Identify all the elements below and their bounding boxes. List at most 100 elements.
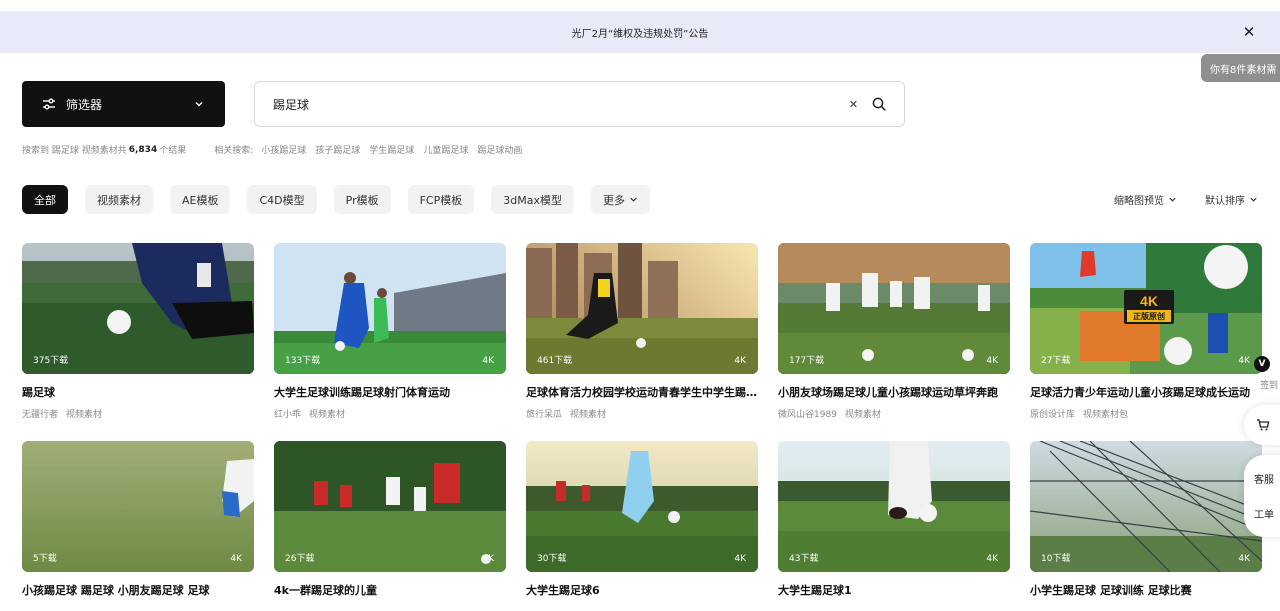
result-card[interactable]: 375下载 踢足球 无疆行者 视频素材 [22, 243, 254, 420]
tab-more-label: 更多 [603, 193, 625, 207]
download-count: 461下载 [537, 356, 573, 366]
download-count: 375下载 [33, 356, 69, 366]
resolution-badge: 4K [482, 554, 494, 564]
card-title[interactable]: 小孩踢足球 踢足球 小朋友踢足球 足球 [22, 582, 254, 598]
resolution-badge: 4K [734, 554, 746, 564]
download-count: 5下载 [33, 554, 57, 564]
download-count: 177下载 [789, 356, 825, 366]
sign-in-link[interactable]: 签到 [1260, 378, 1278, 391]
video-thumbnail[interactable]: 26下载 4K [274, 441, 506, 572]
result-summary: 搜索到 踢足球 视频素材共 6,834 个结果 相关搜索: 小孩踢足球 孩子踢足… [22, 143, 531, 157]
result-card[interactable]: 177下载 4K 小朋友球场踢足球儿童小孩踢球运动草坪奔跑 微风山谷1989 视频… [778, 243, 1010, 420]
download-count: 10下载 [1041, 554, 1071, 564]
resolution-badge: 4K [1238, 356, 1250, 366]
result-card[interactable]: 43下载 4K 大学生踢足球1 [778, 441, 1010, 611]
category-tabs: 全部 视频素材 AE模板 C4D模型 Pr模板 FCP模板 3dMax模型 更多 [22, 185, 667, 214]
card-title[interactable]: 大学生踢足球1 [778, 582, 1010, 598]
related-search-label: 相关搜索: [214, 146, 254, 156]
result-card[interactable]: 30下载 4K 大学生踢足球6 [526, 441, 758, 611]
related-search-link[interactable]: 儿童踢足球 [423, 143, 468, 156]
filter-label: 筛选器 [66, 97, 103, 112]
tab-video[interactable]: 视频素材 [85, 185, 153, 214]
resolution-badge: 4K [986, 554, 998, 564]
card-author[interactable]: 微风山谷1989 [778, 410, 837, 420]
sliders-icon [43, 98, 55, 110]
tab-fcp[interactable]: FCP模板 [407, 185, 475, 214]
badge-line2: 正版原创 [1133, 311, 1165, 321]
result-card[interactable]: 4K 正版原创 27下载 4K 足球活力青少年运动儿童小孩踢足球成长运动 原创设… [1030, 243, 1262, 420]
card-author[interactable]: 红小乖 [274, 410, 301, 420]
card-type: 视频素材 [570, 410, 607, 420]
search-box[interactable]: ✕ [254, 81, 905, 127]
thumbnail-image [22, 441, 254, 572]
result-suffix: 个结果 [159, 146, 187, 156]
card-title[interactable]: 小学生踢足球 足球训练 足球比赛 [1030, 582, 1262, 598]
video-thumbnail[interactable]: 133下载 4K [274, 243, 506, 374]
result-card[interactable]: 26下载 4K 4k一群踢足球的儿童 [274, 441, 506, 611]
video-thumbnail[interactable]: 461下载 4K [526, 243, 758, 374]
video-thumbnail[interactable]: 4K 正版原创 27下载 4K [1030, 243, 1262, 374]
video-thumbnail[interactable]: 43下载 4K [778, 441, 1010, 572]
download-count: 26下载 [285, 554, 315, 564]
resolution-badge: 4K [230, 554, 242, 564]
card-type: 视频素材包 [1083, 410, 1129, 420]
customer-service-link[interactable]: 客服 [1254, 471, 1280, 486]
filter-button[interactable]: 筛选器 [22, 81, 225, 127]
card-type: 视频素材 [309, 410, 346, 420]
cart-icon [1257, 419, 1270, 431]
vip-icon[interactable]: V [1254, 356, 1270, 372]
result-card[interactable]: 5下载 4K 小孩踢足球 踢足球 小朋友踢足球 足球 [22, 441, 254, 611]
tab-pr[interactable]: Pr模板 [333, 185, 391, 214]
view-options: 缩略图预览 默认排序 [1114, 192, 1258, 207]
card-title[interactable]: 小朋友球场踢足球儿童小孩踢球运动草坪奔跑 [778, 384, 1010, 400]
card-meta: 微风山谷1989 视频素材 [778, 407, 1010, 420]
related-search-link[interactable]: 踢足球动画 [477, 143, 522, 156]
download-count: 43下载 [789, 554, 819, 564]
chevron-down-icon [1250, 197, 1257, 202]
related-search-link[interactable]: 学生踢足球 [369, 143, 414, 156]
sort-dropdown[interactable]: 默认排序 [1205, 192, 1258, 207]
video-thumbnail[interactable]: 10下载 4K [1030, 441, 1262, 572]
card-meta: 原创设计库 视频素材包 [1030, 407, 1262, 420]
announcement-banner[interactable]: 光厂2月“维权及违规处罚”公告 ✕ [0, 11, 1280, 53]
result-card[interactable]: 133下载 4K 大学生足球训练踢足球射门体育运动 红小乖 视频素材 [274, 243, 506, 420]
tab-ae[interactable]: AE模板 [170, 185, 231, 214]
close-icon[interactable]: ✕ [1240, 23, 1258, 41]
download-count: 133下载 [285, 356, 321, 366]
tab-3dmax[interactable]: 3dMax模型 [491, 185, 574, 214]
card-author[interactable]: 无疆行者 [22, 410, 58, 420]
search-icon[interactable] [872, 97, 886, 111]
card-title[interactable]: 大学生踢足球6 [526, 582, 758, 598]
resolution-badge: 4K [482, 356, 494, 366]
tab-c4d[interactable]: C4D模型 [247, 185, 317, 214]
card-author[interactable]: 原创设计库 [1030, 410, 1075, 420]
video-thumbnail[interactable]: 30下载 4K [526, 441, 758, 572]
tab-more[interactable]: 更多 [591, 185, 650, 214]
video-thumbnail[interactable]: 177下载 4K [778, 243, 1010, 374]
related-search-link[interactable]: 孩子踢足球 [315, 143, 360, 156]
result-card[interactable]: 10下载 4K 小学生踢足球 足球训练 足球比赛 [1030, 441, 1262, 611]
download-count: 27下载 [1041, 356, 1071, 366]
result-card[interactable]: 461下载 4K 足球体育活力校园学校运动青春学生中学生踢足球 旅行呆瓜 视频素材 [526, 243, 758, 420]
video-thumbnail[interactable]: 375下载 [22, 243, 254, 374]
search-input[interactable] [273, 97, 847, 111]
tab-all[interactable]: 全部 [22, 185, 68, 214]
card-title[interactable]: 踢足球 [22, 384, 254, 400]
video-thumbnail[interactable]: 5下载 4K [22, 441, 254, 572]
card-title[interactable]: 4k一群踢足球的儿童 [274, 582, 506, 598]
card-title[interactable]: 大学生足球训练踢足球射门体育运动 [274, 384, 506, 400]
preview-mode-dropdown[interactable]: 缩略图预览 [1114, 192, 1177, 207]
card-title[interactable]: 足球活力青少年运动儿童小孩踢足球成长运动 [1030, 384, 1262, 400]
card-title[interactable]: 足球体育活力校园学校运动青春学生中学生踢足球 [526, 384, 758, 400]
copyright-badge: 4K 正版原创 [1124, 290, 1174, 324]
badge-line1: 4K [1140, 293, 1158, 309]
related-search-link[interactable]: 小孩踢足球 [261, 143, 306, 156]
banner-text[interactable]: 光厂2月“维权及违规处罚”公告 [572, 25, 709, 40]
card-author[interactable]: 旅行呆瓜 [526, 410, 562, 420]
cart-button[interactable] [1244, 405, 1280, 445]
card-meta: 无疆行者 视频素材 [22, 407, 254, 420]
clear-icon[interactable]: ✕ [847, 97, 860, 111]
pending-materials-hint[interactable]: 你有8件素材需 [1201, 54, 1280, 82]
ticket-link[interactable]: 工单 [1254, 506, 1280, 521]
card-type: 视频素材 [66, 410, 103, 420]
